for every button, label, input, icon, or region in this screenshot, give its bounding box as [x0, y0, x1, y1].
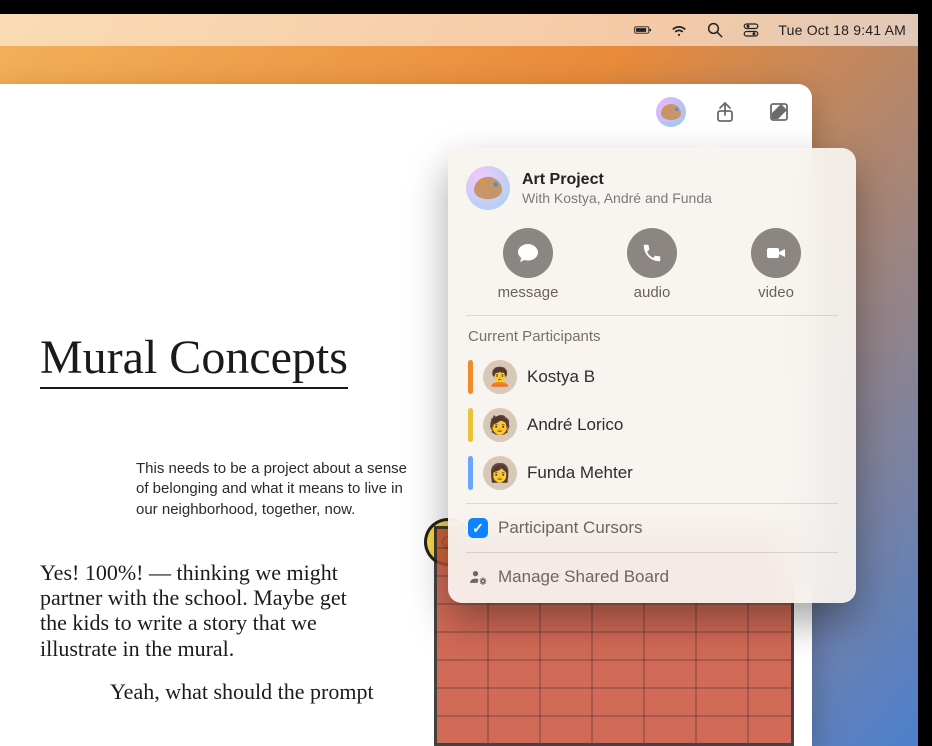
compose-button[interactable]: [764, 97, 794, 127]
message-icon: [503, 228, 553, 278]
window-toolbar: [0, 84, 812, 140]
popover-header: Art Project With Kostya, André and Funda: [466, 166, 838, 210]
audio-label: audio: [634, 284, 671, 301]
participant-name: André Lorico: [527, 415, 623, 435]
video-icon: [751, 228, 801, 278]
share-icon: [713, 100, 737, 124]
divider: [466, 503, 838, 504]
handwritten-note-1: Yes! 100%! — thinking we might partner w…: [40, 560, 360, 661]
participant-cursors-toggle[interactable]: ✓ Participant Cursors: [466, 510, 838, 546]
participant-cursors-label: Participant Cursors: [498, 518, 643, 538]
participant-color-bar: [468, 456, 473, 490]
participant-color-bar: [468, 408, 473, 442]
video-button[interactable]: video: [721, 228, 831, 301]
palette-icon: [474, 177, 502, 199]
share-button[interactable]: [710, 97, 740, 127]
popover-title: Art Project: [522, 171, 712, 189]
wifi-icon[interactable]: [670, 21, 688, 39]
video-label: video: [758, 284, 794, 301]
phone-icon: [627, 228, 677, 278]
collaboration-popover: Art Project With Kostya, André and Funda…: [448, 148, 856, 603]
participant-row[interactable]: 🧑 André Lorico: [466, 401, 838, 449]
menu-bar-clock[interactable]: Tue Oct 18 9:41 AM: [778, 22, 906, 38]
participant-row[interactable]: 👩 Funda Mehter: [466, 449, 838, 497]
divider: [466, 552, 838, 553]
participants-section-label: Current Participants: [468, 328, 838, 345]
message-button[interactable]: message: [473, 228, 583, 301]
device-bezel-right: [918, 0, 932, 746]
project-avatar: [466, 166, 510, 210]
board-description-text: This needs to be a project about a sense…: [136, 459, 416, 520]
compose-icon: [767, 100, 791, 124]
communication-row: message audio video: [466, 224, 838, 316]
participants-list: 🧑‍🦱 Kostya B 🧑 André Lorico 👩 Funda Mehter: [466, 353, 838, 497]
participant-avatar: 👩: [483, 456, 517, 490]
participant-color-bar: [468, 360, 473, 394]
participant-name: Kostya B: [527, 367, 595, 387]
checkbox-checked-icon: ✓: [468, 518, 488, 538]
manage-shared-board-button[interactable]: Manage Shared Board: [466, 559, 838, 593]
message-label: message: [498, 284, 559, 301]
board-title-handwriting: Mural Concepts: [40, 330, 348, 389]
palette-icon: [661, 104, 681, 120]
control-center-icon[interactable]: [742, 21, 760, 39]
spotlight-search-icon[interactable]: [706, 21, 724, 39]
audio-button[interactable]: audio: [597, 228, 707, 301]
handwritten-note-2: Yeah, what should the prompt: [110, 679, 430, 705]
popover-subtitle: With Kostya, André and Funda: [522, 190, 712, 206]
battery-icon[interactable]: [634, 21, 652, 39]
collaborate-button[interactable]: [656, 97, 686, 127]
participant-name: Funda Mehter: [527, 463, 633, 483]
participant-avatar: 🧑: [483, 408, 517, 442]
manage-shared-board-label: Manage Shared Board: [498, 567, 669, 587]
participant-avatar: 🧑‍🦱: [483, 360, 517, 394]
menu-bar: Tue Oct 18 9:41 AM: [0, 14, 918, 46]
people-gear-icon: [468, 567, 488, 587]
participant-row[interactable]: 🧑‍🦱 Kostya B: [466, 353, 838, 401]
device-bezel-top: [0, 0, 932, 14]
